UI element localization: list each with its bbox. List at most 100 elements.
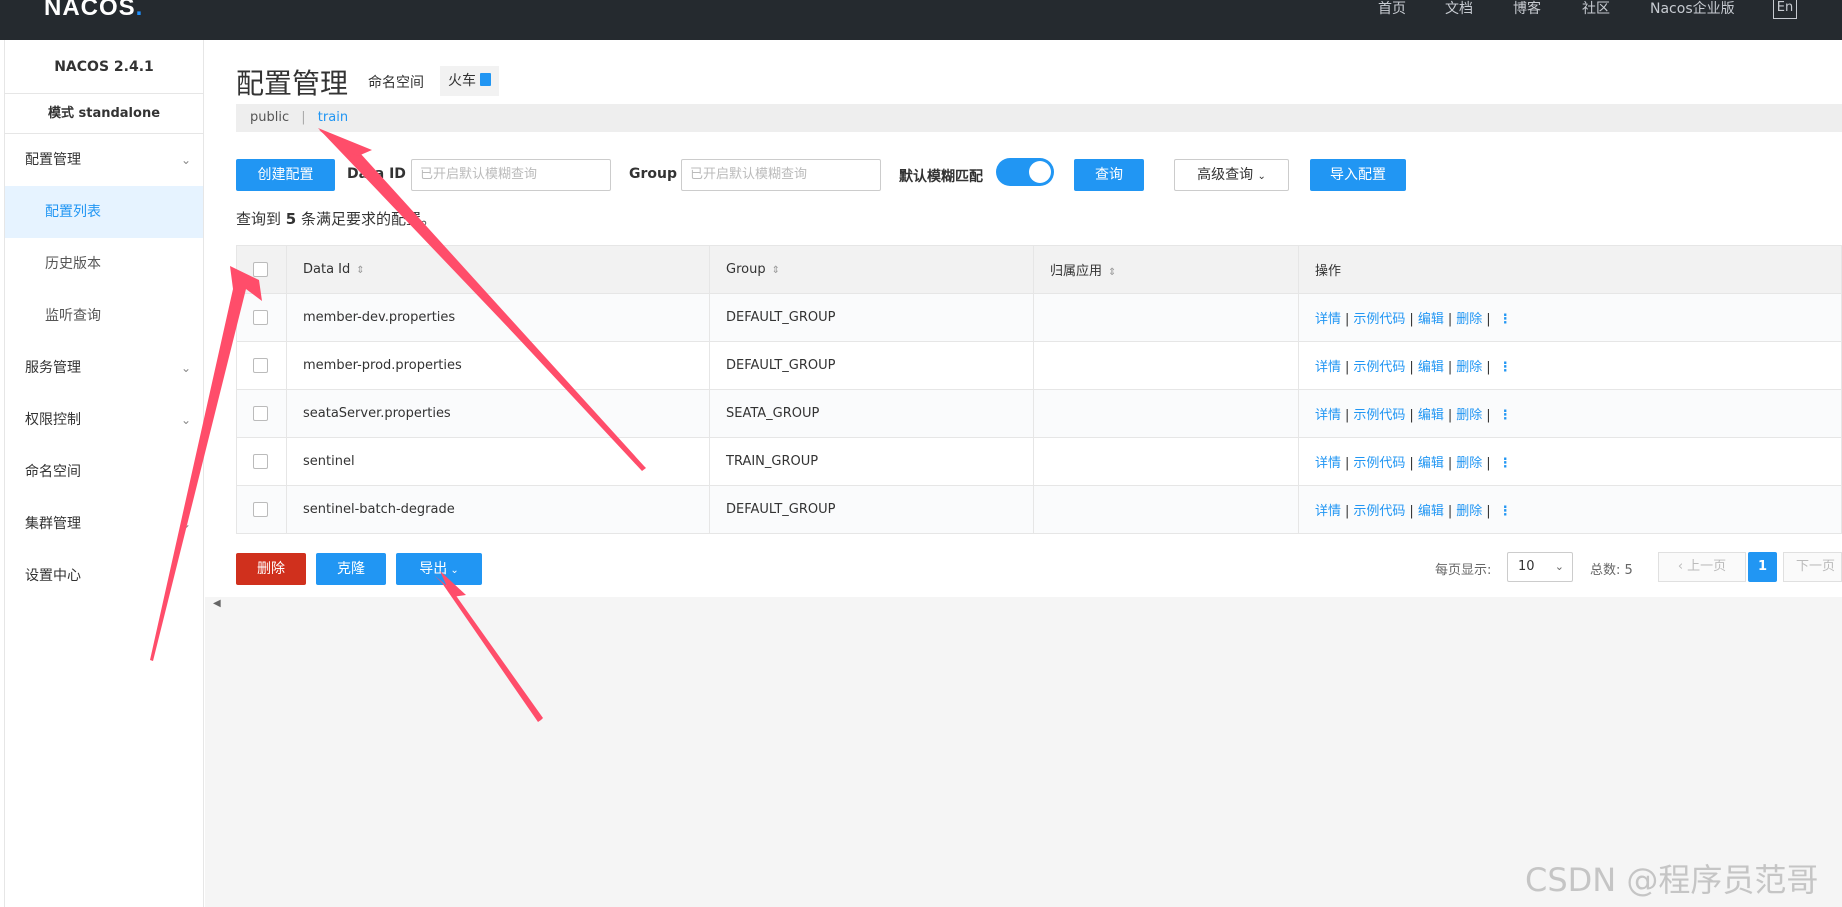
row-checkbox[interactable] [253,358,268,373]
col-data-id[interactable]: Data Id ⇕ [286,245,710,294]
result-count: 5 [285,210,297,228]
detail-link[interactable]: 详情 [1315,456,1341,471]
page-title: 配置管理 [236,67,349,100]
sample-code-link[interactable]: 示例代码 [1353,456,1405,471]
edit-link[interactable]: 编辑 [1418,456,1444,471]
fuzzy-match-toggle[interactable] [996,158,1054,186]
cell-app [1033,341,1299,390]
row-checkbox[interactable] [253,454,268,469]
row-checkbox[interactable] [253,502,268,517]
sort-icon[interactable]: ⇕ [1108,267,1116,278]
cell-ops: 详情 | 示例代码 | 编辑 | 删除 | ⋮ [1298,437,1842,486]
cell-group: SEATA_GROUP [709,389,1034,438]
topnav-docs[interactable]: 文档 [1445,0,1473,18]
sidebar-item-history[interactable]: 历史版本 [5,238,203,290]
copy-icon[interactable] [480,73,491,86]
detail-link[interactable]: 详情 [1315,408,1341,423]
per-page-select[interactable]: 10 ⌄ [1507,552,1573,582]
total-text: 总数: [1590,563,1621,578]
sidebar-item-settings[interactable]: 设置中心 [5,550,203,602]
chevron-down-icon: ⌄ [1554,560,1564,573]
sidebar-item-cluster-management[interactable]: 集群管理 ⌄ [5,498,203,550]
sidebar-item-label: 配置列表 [45,204,101,220]
row-checkbox[interactable] [253,406,268,421]
ops-separator: | [1409,504,1414,519]
more-actions-icon[interactable]: ⋮ [1499,456,1512,471]
namespace-train[interactable]: train [318,110,348,125]
ops-separator: | [1447,408,1453,423]
ops-separator: | [1409,360,1414,375]
sidebar-item-config-management[interactable]: 配置管理 ⌄ [5,134,203,186]
result-summary: 查询到 5 条满足要求的配置。 [236,208,436,229]
next-page-button[interactable]: 下一页 [1783,552,1842,582]
sidebar-item-service-management[interactable]: 服务管理 ⌄ [5,342,203,394]
cell-app [1033,437,1299,486]
ops-separator: | [1486,408,1491,423]
sample-code-link[interactable]: 示例代码 [1353,504,1405,519]
chevron-down-icon: ⌄ [180,153,191,167]
edit-link[interactable]: 编辑 [1418,312,1444,327]
bulk-export-button[interactable]: 导出 ⌄ [396,553,482,585]
cell-group: DEFAULT_GROUP [709,485,1034,534]
sample-code-link[interactable]: 示例代码 [1353,408,1405,423]
advanced-query-label: 高级查询 [1197,167,1254,183]
namespace-public[interactable]: public [250,110,289,125]
delete-link[interactable]: 删除 [1456,456,1482,471]
language-switch[interactable]: En [1773,0,1797,19]
bulk-clone-button[interactable]: 克隆 [316,553,386,585]
topnav-blog[interactable]: 博客 [1513,0,1541,18]
detail-link[interactable]: 详情 [1315,312,1341,327]
bulk-delete-button[interactable]: 删除 [236,553,306,585]
more-actions-icon[interactable]: ⋮ [1499,408,1512,423]
topnav-community[interactable]: 社区 [1582,0,1610,18]
sidebar: NACOS 2.4.1 模式 standalone 配置管理 ⌄ 配置列表 历史… [4,40,204,907]
detail-link[interactable]: 详情 [1315,360,1341,375]
sidebar-item-label: 服务管理 [25,360,81,376]
chevron-down-icon: ⌄ [180,361,191,375]
sort-icon[interactable]: ⇕ [772,265,780,276]
chevron-down-icon: ⌄ [1257,171,1266,182]
create-config-button[interactable]: 创建配置 [236,159,335,191]
sample-code-link[interactable]: 示例代码 [1353,360,1405,375]
advanced-query-button[interactable]: 高级查询 ⌄ [1174,159,1289,191]
cell-group: DEFAULT_GROUP [709,341,1034,390]
col-group[interactable]: Group ⇕ [709,245,1034,294]
query-button[interactable]: 查询 [1074,159,1144,191]
page-1-button[interactable]: 1 [1748,552,1777,582]
delete-link[interactable]: 删除 [1456,312,1482,327]
result-suffix: 条满足要求的配置。 [301,210,437,228]
import-config-button[interactable]: 导入配置 [1310,159,1406,191]
sidebar-item-config-list[interactable]: 配置列表 [5,186,203,238]
ops-separator: | [1409,456,1414,471]
cell-data-id: seataServer.properties [286,389,710,438]
sample-code-link[interactable]: 示例代码 [1353,312,1405,327]
more-actions-icon[interactable]: ⋮ [1499,312,1512,327]
sidebar-item-listener-query[interactable]: 监听查询 [5,290,203,342]
col-app[interactable]: 归属应用 ⇕ [1033,245,1299,294]
edit-link[interactable]: 编辑 [1418,504,1444,519]
cell-data-id: sentinel-batch-degrade [286,485,710,534]
delete-link[interactable]: 删除 [1456,504,1482,519]
data-id-input[interactable]: 已开启默认模糊查询 [411,159,611,191]
select-all-checkbox[interactable] [253,262,268,277]
sort-icon[interactable]: ⇕ [356,265,364,276]
chevron-down-icon: ⌄ [180,517,191,531]
ops-separator: | [1486,360,1491,375]
row-checkbox[interactable] [253,310,268,325]
group-input[interactable]: 已开启默认模糊查询 [681,159,881,191]
sidebar-item-namespace[interactable]: 命名空间 [5,446,203,498]
topnav-enterprise[interactable]: Nacos企业版 [1650,0,1735,18]
edit-link[interactable]: 编辑 [1418,360,1444,375]
nacos-logo[interactable]: NACOS. [44,0,143,22]
delete-link[interactable]: 删除 [1456,408,1482,423]
edit-link[interactable]: 编辑 [1418,408,1444,423]
topnav-home[interactable]: 首页 [1378,0,1406,18]
more-actions-icon[interactable]: ⋮ [1499,360,1512,375]
prev-page-button[interactable]: ‹ 上一页 [1658,552,1746,582]
detail-link[interactable]: 详情 [1315,504,1341,519]
sidebar-item-access-control[interactable]: 权限控制 ⌄ [5,394,203,446]
delete-link[interactable]: 删除 [1456,360,1482,375]
cell-data-id: sentinel [286,437,710,486]
collapse-sidebar-icon[interactable]: ◀ [213,598,221,609]
more-actions-icon[interactable]: ⋮ [1499,504,1512,519]
